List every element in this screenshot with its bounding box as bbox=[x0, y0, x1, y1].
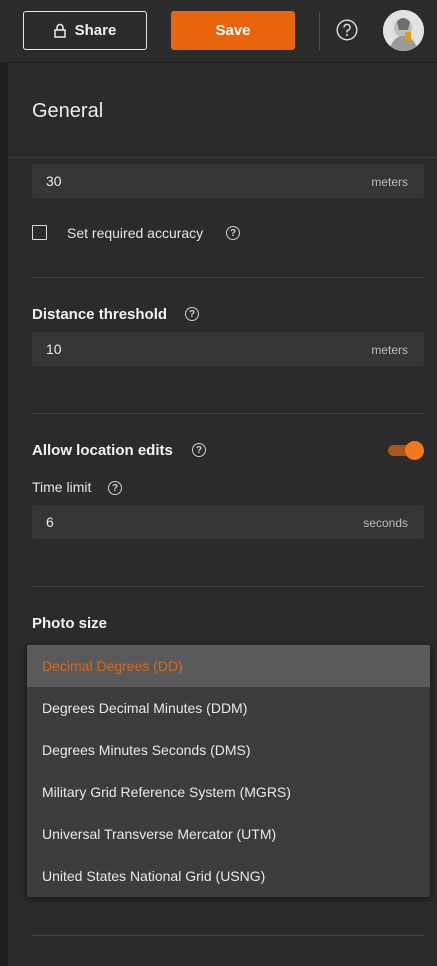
help-icon[interactable]: ? bbox=[108, 481, 122, 495]
accuracy-input[interactable]: 30 meters bbox=[32, 164, 424, 198]
left-rail bbox=[0, 63, 8, 966]
time-limit-input[interactable]: 6 seconds bbox=[32, 505, 424, 539]
time-limit-value: 6 bbox=[46, 514, 54, 530]
distance-threshold-input[interactable]: 10 meters bbox=[32, 332, 424, 366]
dropdown-option-dms[interactable]: Degrees Minutes Seconds (DMS) bbox=[27, 729, 430, 771]
accuracy-value: 30 bbox=[46, 173, 62, 189]
required-accuracy-checkbox[interactable] bbox=[32, 225, 47, 240]
lock-icon bbox=[53, 23, 66, 38]
section-divider bbox=[32, 277, 424, 278]
distance-threshold-label: Distance threshold bbox=[32, 306, 168, 323]
help-icon[interactable]: ? bbox=[226, 226, 240, 240]
coordinate-format-dropdown: Decimal Degrees (DD) Degrees Decimal Min… bbox=[27, 645, 430, 897]
help-icon[interactable]: ? bbox=[185, 307, 199, 321]
top-bar: Share Save bbox=[0, 0, 437, 63]
section-divider bbox=[32, 413, 424, 414]
share-label: Share bbox=[74, 22, 117, 39]
dropdown-option-ddm[interactable]: Degrees Decimal Minutes (DDM) bbox=[27, 687, 430, 729]
required-accuracy-label: Set required accuracy bbox=[67, 225, 204, 241]
user-avatar[interactable] bbox=[383, 10, 424, 51]
toolbar-divider bbox=[319, 12, 320, 50]
panel-header: General bbox=[8, 63, 437, 158]
time-limit-label: Time limit bbox=[32, 479, 92, 495]
help-icon[interactable] bbox=[336, 19, 358, 41]
allow-location-edits-label: Allow location edits bbox=[32, 442, 173, 459]
accuracy-unit: meters bbox=[371, 175, 408, 189]
dropdown-option-mgrs[interactable]: Military Grid Reference System (MGRS) bbox=[27, 771, 430, 813]
toggle-knob bbox=[405, 441, 424, 460]
save-button[interactable]: Save bbox=[171, 11, 295, 50]
distance-threshold-value: 10 bbox=[46, 341, 62, 357]
allow-location-edits-toggle[interactable] bbox=[388, 441, 424, 460]
dropdown-option-usng[interactable]: United States National Grid (USNG) bbox=[27, 855, 430, 897]
panel-title: General bbox=[32, 100, 104, 122]
section-divider bbox=[32, 586, 424, 587]
dropdown-option-dd[interactable]: Decimal Degrees (DD) bbox=[27, 645, 430, 687]
photo-size-label: Photo size bbox=[32, 615, 108, 632]
time-limit-unit: seconds bbox=[363, 516, 408, 530]
dropdown-option-utm[interactable]: Universal Transverse Mercator (UTM) bbox=[27, 813, 430, 855]
section-divider bbox=[32, 935, 424, 936]
distance-threshold-unit: meters bbox=[371, 343, 408, 357]
share-button[interactable]: Share bbox=[23, 11, 147, 50]
help-icon[interactable]: ? bbox=[192, 443, 206, 457]
